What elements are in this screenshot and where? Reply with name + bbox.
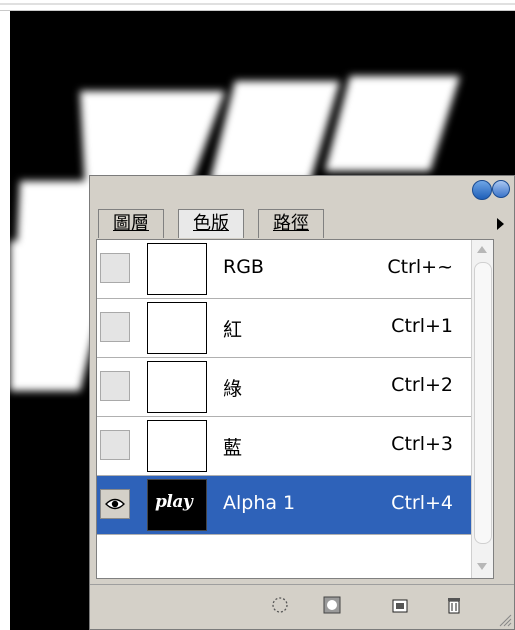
channel-row-red[interactable]: 紅 Ctrl+1 [97, 299, 493, 358]
channel-thumbnail [147, 361, 207, 413]
channels-panel: 圖層 色版 路徑 RGB Ctrl+~ 紅 Ctrl+1 綠 Ctrl+2 藍 … [89, 175, 515, 630]
tab-paths-label: 路徑 [273, 213, 309, 234]
panel-bottom-toolbar [90, 584, 514, 629]
visibility-toggle[interactable] [100, 312, 130, 342]
channel-thumbnail [147, 243, 207, 295]
channel-row-green[interactable]: 綠 Ctrl+2 [97, 358, 493, 417]
trash-icon[interactable] [444, 595, 464, 615]
channel-list-scrollbar[interactable] [471, 240, 493, 578]
tab-channels[interactable]: 色版 [178, 209, 244, 238]
panel-menu-arrow-icon[interactable] [497, 218, 504, 230]
scroll-thumb[interactable] [474, 262, 492, 544]
scroll-up-arrow-icon[interactable] [477, 246, 487, 253]
scroll-down-arrow-icon[interactable] [477, 563, 487, 570]
visibility-toggle[interactable] [100, 371, 130, 401]
channel-shortcut: Ctrl+4 [391, 492, 453, 514]
channel-name: Alpha 1 [223, 492, 296, 514]
channel-name: 綠 [223, 378, 243, 400]
panel-tabs: 圖層 色版 路徑 [98, 209, 506, 239]
new-channel-icon[interactable] [390, 595, 410, 615]
load-selection-icon[interactable] [270, 595, 290, 615]
channel-shortcut: Ctrl+3 [391, 433, 453, 455]
channel-name: RGB [223, 256, 264, 278]
channel-thumbnail: play [147, 479, 207, 531]
channel-name: 藍 [223, 437, 243, 459]
visibility-toggle[interactable] [100, 430, 130, 460]
tab-layers-label: 圖層 [113, 213, 149, 234]
channel-shortcut: Ctrl+~ [387, 256, 453, 278]
tab-paths[interactable]: 路徑 [258, 209, 324, 238]
tab-channels-label: 色版 [193, 213, 229, 234]
save-selection-icon[interactable] [322, 595, 342, 615]
channel-row-rgb[interactable]: RGB Ctrl+~ [97, 240, 493, 299]
close-button[interactable] [492, 180, 510, 198]
visibility-toggle[interactable] [100, 489, 130, 519]
eye-icon [105, 498, 125, 510]
collapse-button[interactable] [472, 180, 492, 200]
channel-shortcut: Ctrl+1 [391, 315, 453, 337]
channel-list: RGB Ctrl+~ 紅 Ctrl+1 綠 Ctrl+2 藍 Ctrl+3 pl… [96, 239, 494, 579]
channel-shortcut: Ctrl+2 [391, 374, 453, 396]
resize-grip-icon[interactable] [496, 611, 512, 627]
thumbnail-text: play [155, 492, 193, 512]
visibility-toggle[interactable] [100, 253, 130, 283]
panel-header [90, 176, 514, 206]
channel-thumbnail [147, 302, 207, 354]
channel-name: 紅 [223, 319, 243, 341]
channel-row-alpha-1[interactable]: play Alpha 1 Ctrl+4 [97, 476, 493, 535]
channel-thumbnail [147, 420, 207, 472]
channel-row-blue[interactable]: 藍 Ctrl+3 [97, 417, 493, 476]
tab-layers[interactable]: 圖層 [98, 209, 164, 238]
window-top-border [0, 0, 515, 11]
